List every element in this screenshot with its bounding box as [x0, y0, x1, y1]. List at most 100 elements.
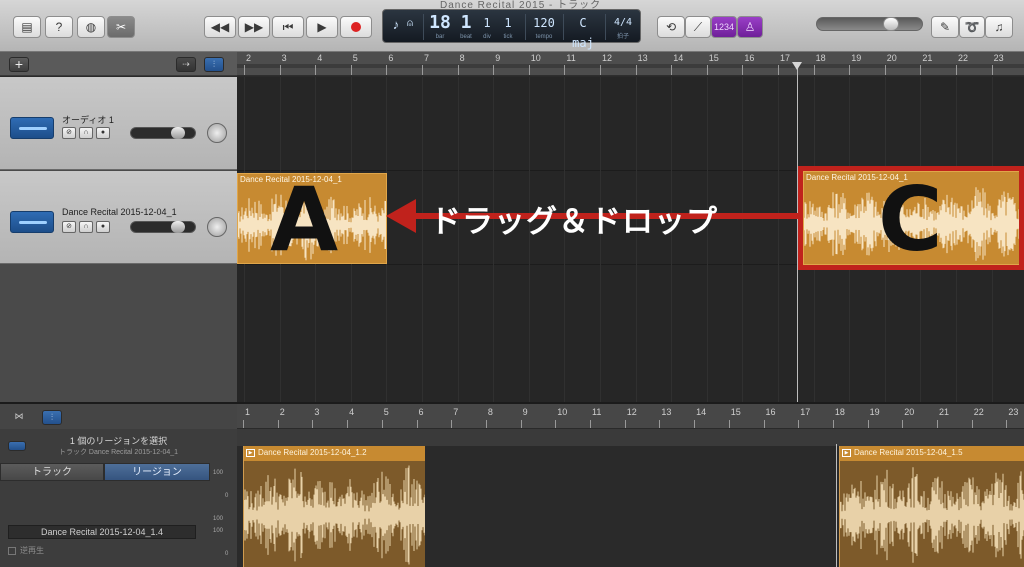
catch-button[interactable]: ⇢ — [176, 57, 196, 72]
editor-waveform-area[interactable]: ▶ Dance Recital 2015-12-04_1.2 ▶ Dance R… — [237, 446, 1024, 567]
editor-ruler-number: 15 — [730, 407, 741, 417]
editor-ruler-number: 23 — [1008, 407, 1019, 417]
ruler-number: 3 — [281, 53, 287, 63]
editor-ruler-tick — [867, 420, 869, 428]
mute-button[interactable]: ⊘ — [62, 221, 76, 233]
ruler-number: 15 — [708, 53, 719, 63]
editor-region-bar[interactable]: ▶ Dance Recital 2015-12-04_1.5 — [840, 446, 1024, 461]
editor-ruler-number: 13 — [661, 407, 672, 417]
track-header-audio-1[interactable]: オーディオ 1 ⊘ ∩ ● — [0, 77, 237, 170]
editor-ruler-tick — [798, 420, 800, 428]
master-volume-slider[interactable] — [816, 17, 923, 31]
track-volume-knob[interactable] — [171, 127, 185, 139]
editor-ruler-tick — [937, 420, 938, 428]
reverse-checkbox[interactable]: 逆再生 — [8, 545, 44, 556]
fast-forward-button[interactable]: ▶▶ — [238, 16, 270, 38]
editor-ruler-number: 8 — [487, 407, 493, 417]
drag-arrow-head — [386, 199, 416, 233]
go-to-start-button[interactable]: ⏮ — [272, 16, 304, 38]
ruler-number: 10 — [530, 53, 541, 63]
track-volume-slider[interactable] — [130, 127, 196, 139]
cycle-area[interactable] — [237, 64, 1024, 68]
to-start-icon: ⏮ — [282, 19, 294, 34]
ruler-number: 17 — [780, 53, 791, 63]
ruler-tick — [350, 65, 352, 75]
label-c: C — [878, 168, 943, 271]
library-button[interactable]: ▤ — [13, 16, 41, 38]
lcd-tick-value: 1 — [504, 16, 512, 30]
editor-ruler-tick — [451, 420, 453, 428]
lcd-bar-label: bar — [435, 34, 445, 40]
ruler-tick — [635, 65, 637, 75]
record-enable-button[interactable]: ● — [96, 221, 110, 233]
record-enable-button[interactable]: ● — [96, 127, 110, 139]
master-volume-knob[interactable] — [883, 17, 899, 31]
playhead-handle[interactable] — [792, 62, 802, 70]
editor-ruler-number: 10 — [557, 407, 568, 417]
track-header-dance-recital[interactable]: Dance Recital 2015-12-04_1 ⊘ ∩ ● — [0, 171, 237, 264]
lcd-display[interactable]: ♪ ⍝ 18 bar 1 beat 1 div 1 tick 120 tempo… — [382, 9, 641, 60]
editor-playhead[interactable] — [836, 444, 837, 567]
lcd-separator — [423, 14, 424, 40]
selection-info: 1 個のリージョンを選択 — [69, 436, 168, 446]
track-volume-knob[interactable] — [171, 221, 185, 233]
pan-knob[interactable] — [207, 123, 227, 143]
editor-ruler-tick — [485, 420, 487, 428]
ruler-tick — [884, 65, 886, 75]
editor-ruler-tick — [381, 420, 383, 428]
ruler-tick — [244, 65, 245, 75]
cycle-button[interactable]: ⟲ — [657, 16, 685, 38]
count-in-button[interactable]: 1234 — [711, 16, 737, 38]
pan-knob[interactable] — [207, 217, 227, 237]
rewind-button[interactable]: ◀◀ — [204, 16, 236, 38]
editor-region-2[interactable]: ▶ Dance Recital 2015-12-04_1.5 — [839, 446, 1024, 567]
editor-ruler-number: 17 — [800, 407, 811, 417]
editor-ruler-tick — [312, 420, 314, 428]
loop-icon: ➰ — [964, 20, 980, 34]
ruler-number: 11 — [566, 53, 576, 63]
lcd-signature[interactable]: 4/4 拍子 — [607, 13, 639, 41]
editor-ruler-number: 4 — [349, 407, 355, 417]
editor-ruler[interactable]: 1 2 3 4 5 6 7 8 9 10 11 12 13 14 15 16 17 18 19 20 21 22 23 — [237, 404, 1024, 429]
mute-button[interactable]: ⊘ — [62, 127, 76, 139]
lcd-tempo[interactable]: 120 tempo — [529, 13, 559, 41]
ruler-number: 4 — [317, 53, 323, 63]
editor-ruler-tick — [902, 420, 904, 428]
filter-icon: ⫶ — [50, 412, 54, 422]
smart-controls-button[interactable]: ◍ — [77, 16, 105, 38]
filter-button[interactable]: ⫶ — [204, 57, 224, 72]
editor-ruler-number: 22 — [973, 407, 984, 417]
timeline-ruler[interactable]: 2 3 4 5 6 7 8 9 10 11 12 13 14 15 16 17 18 19 20 21 22 23 — [237, 52, 1024, 76]
tuner-button[interactable]: ⟋ — [685, 16, 711, 38]
lcd-tick-label: tick — [503, 34, 513, 40]
editor-filter-button[interactable]: ⫶ — [42, 410, 62, 425]
mute-icon: ⊘ — [66, 129, 72, 136]
mute-icon: ⊘ — [66, 223, 72, 230]
filter-icon: ⫶ — [212, 59, 216, 69]
region-name-field[interactable]: Dance Recital 2015-12-04_1.4 — [8, 525, 196, 539]
track-volume-slider[interactable] — [130, 221, 196, 233]
loop-browser-button[interactable]: ➰ — [959, 16, 985, 38]
editor-ruler-tick — [347, 420, 349, 428]
waveform-icon — [10, 117, 54, 139]
tab-region[interactable]: リージョン — [104, 463, 210, 481]
ruler-number: 6 — [388, 53, 394, 63]
tab-track[interactable]: トラック — [0, 463, 104, 481]
play-button[interactable]: ▶ — [306, 16, 338, 38]
editor-ruler-number: 5 — [383, 407, 389, 417]
record-button[interactable] — [340, 16, 372, 38]
notepad-button[interactable]: ✎ — [931, 16, 959, 38]
editors-button[interactable]: ✂ — [107, 16, 135, 38]
ruler-number: 18 — [815, 53, 826, 63]
flex-button[interactable]: ⋈ — [9, 410, 29, 425]
editor-inspector: 1 個のリージョンを選択 トラック Dance Recital 2015-12-… — [0, 429, 237, 567]
editor-region-bar[interactable]: ▶ Dance Recital 2015-12-04_1.2 — [244, 446, 425, 461]
add-track-button[interactable]: + — [9, 57, 29, 72]
media-browser-button[interactable]: ♫ — [985, 16, 1013, 38]
checkbox-box[interactable] — [8, 546, 16, 555]
help-button[interactable]: ? — [45, 16, 73, 38]
metronome-button[interactable]: ♙ — [737, 16, 763, 38]
solo-button[interactable]: ∩ — [79, 221, 93, 233]
solo-button[interactable]: ∩ — [79, 127, 93, 139]
editor-region-1[interactable]: ▶ Dance Recital 2015-12-04_1.2 — [243, 446, 425, 567]
